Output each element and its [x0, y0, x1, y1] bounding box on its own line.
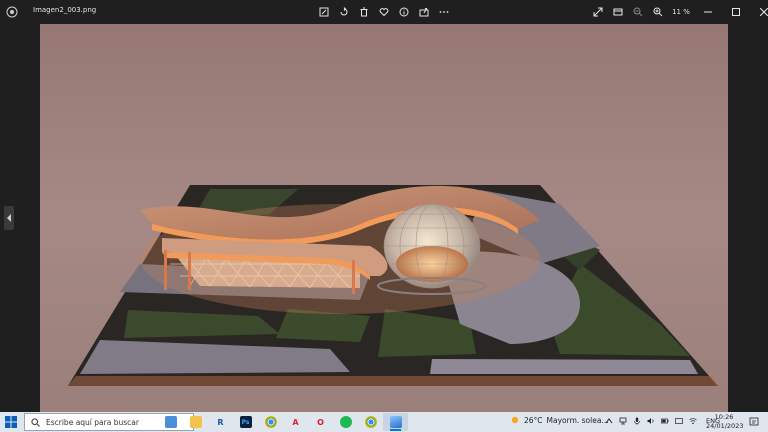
delete-icon [360, 7, 368, 17]
rotate-icon [340, 7, 348, 16]
search-placeholder: Escribe aquí para buscar [46, 417, 139, 427]
slideshow-icon [613, 8, 623, 16]
revit-icon: R [217, 417, 224, 427]
taskbar-chrome-2[interactable] [358, 413, 383, 431]
share-icon [419, 8, 429, 17]
folder-icon [189, 416, 202, 428]
image-viewer[interactable] [40, 24, 728, 412]
file-name: Imagen2_003.png [33, 6, 97, 14]
spotify-icon [339, 416, 352, 428]
title-bar: Imagen2_003.png 11 % [0, 0, 768, 24]
fullscreen-icon [593, 7, 603, 17]
zoom-in-icon [653, 7, 663, 17]
tray-microphone[interactable] [632, 415, 642, 427]
rotate-button[interactable] [336, 4, 352, 20]
photos-app-icon [6, 6, 18, 18]
info-icon [399, 7, 409, 17]
taskbar-revit[interactable]: R [208, 413, 233, 431]
pinned-apps: R Ps A O [158, 413, 408, 431]
zoom-in-button[interactable] [650, 4, 666, 20]
tray-app-icon [675, 418, 683, 424]
edit-image-button[interactable] [316, 4, 332, 20]
taskbar-photos[interactable] [383, 413, 408, 431]
taskbar-widget-button[interactable] [158, 413, 183, 431]
rendered-image [40, 24, 728, 412]
chrome-icon [264, 416, 277, 428]
more-button[interactable] [436, 4, 452, 20]
info-button[interactable] [396, 4, 412, 20]
fullscreen-button[interactable] [590, 4, 606, 20]
zoom-out-icon [633, 7, 643, 17]
clock-date: 24/01/2023 [706, 422, 744, 430]
taskbar-acrobat[interactable]: A [283, 413, 308, 431]
tray-wifi[interactable] [688, 415, 698, 427]
tray-network[interactable] [618, 415, 628, 427]
minimize-icon [704, 11, 712, 13]
windows-start-icon[interactable] [4, 415, 18, 429]
image-toolbar [316, 4, 452, 20]
microphone-icon [634, 417, 640, 425]
share-button[interactable] [416, 4, 432, 20]
view-controls: 11 % [590, 4, 768, 20]
weather-sun-icon [511, 416, 519, 424]
clock-time: 10:26 [714, 413, 734, 421]
maximize-icon [732, 8, 740, 16]
taskbar-clock[interactable]: 10:26 24/01/2023 [706, 413, 744, 431]
maximize-button[interactable] [724, 4, 748, 20]
minimize-button[interactable] [696, 4, 720, 20]
taskbar: Escribe aquí para buscar R Ps A O 26°C M… [0, 412, 768, 432]
opera-icon: O [317, 417, 324, 427]
taskbar-spotify[interactable] [333, 413, 358, 431]
taskbar-photoshop[interactable]: Ps [233, 413, 258, 431]
favorite-icon [379, 8, 389, 17]
edit-image-icon [319, 7, 329, 17]
slideshow-button[interactable] [610, 4, 626, 20]
search-icon [31, 417, 40, 427]
chevron-up-icon [605, 418, 613, 424]
chrome-icon [364, 416, 377, 428]
taskbar-chrome[interactable] [258, 413, 283, 431]
close-icon [760, 8, 768, 16]
delete-button[interactable] [356, 4, 372, 20]
photos-app-window: Imagen2_003.png 11 % [0, 0, 768, 412]
taskbar-explorer[interactable] [183, 413, 208, 431]
zoom-out-button[interactable] [630, 4, 646, 20]
network-icon [619, 417, 627, 425]
weather-temp: 26°C [524, 415, 543, 425]
tray-volume[interactable] [646, 415, 656, 427]
weather-desc: Mayorm. solea... [546, 415, 609, 425]
taskbar-opera[interactable]: O [308, 413, 333, 431]
photos-icon [389, 416, 402, 428]
weather-widget[interactable]: 26°C Mayorm. solea... [510, 415, 609, 425]
tray-app[interactable] [674, 415, 684, 427]
volume-icon [647, 418, 654, 424]
acrobat-icon: A [292, 417, 299, 427]
wifi-icon [689, 418, 697, 425]
favorite-button[interactable] [376, 4, 392, 20]
previous-image-button[interactable] [4, 206, 14, 230]
photoshop-icon: Ps [239, 416, 252, 428]
battery-icon [661, 418, 669, 424]
zoom-level[interactable]: 11 % [670, 8, 692, 16]
tray-expand-button[interactable] [604, 415, 614, 427]
close-button[interactable] [752, 4, 768, 20]
notification-icon[interactable] [748, 416, 760, 428]
chevron-left-icon [7, 214, 11, 222]
more-icon [439, 11, 449, 13]
tray-battery[interactable] [660, 415, 670, 427]
widget-icon [164, 416, 177, 428]
system-tray: ENG [604, 415, 720, 427]
